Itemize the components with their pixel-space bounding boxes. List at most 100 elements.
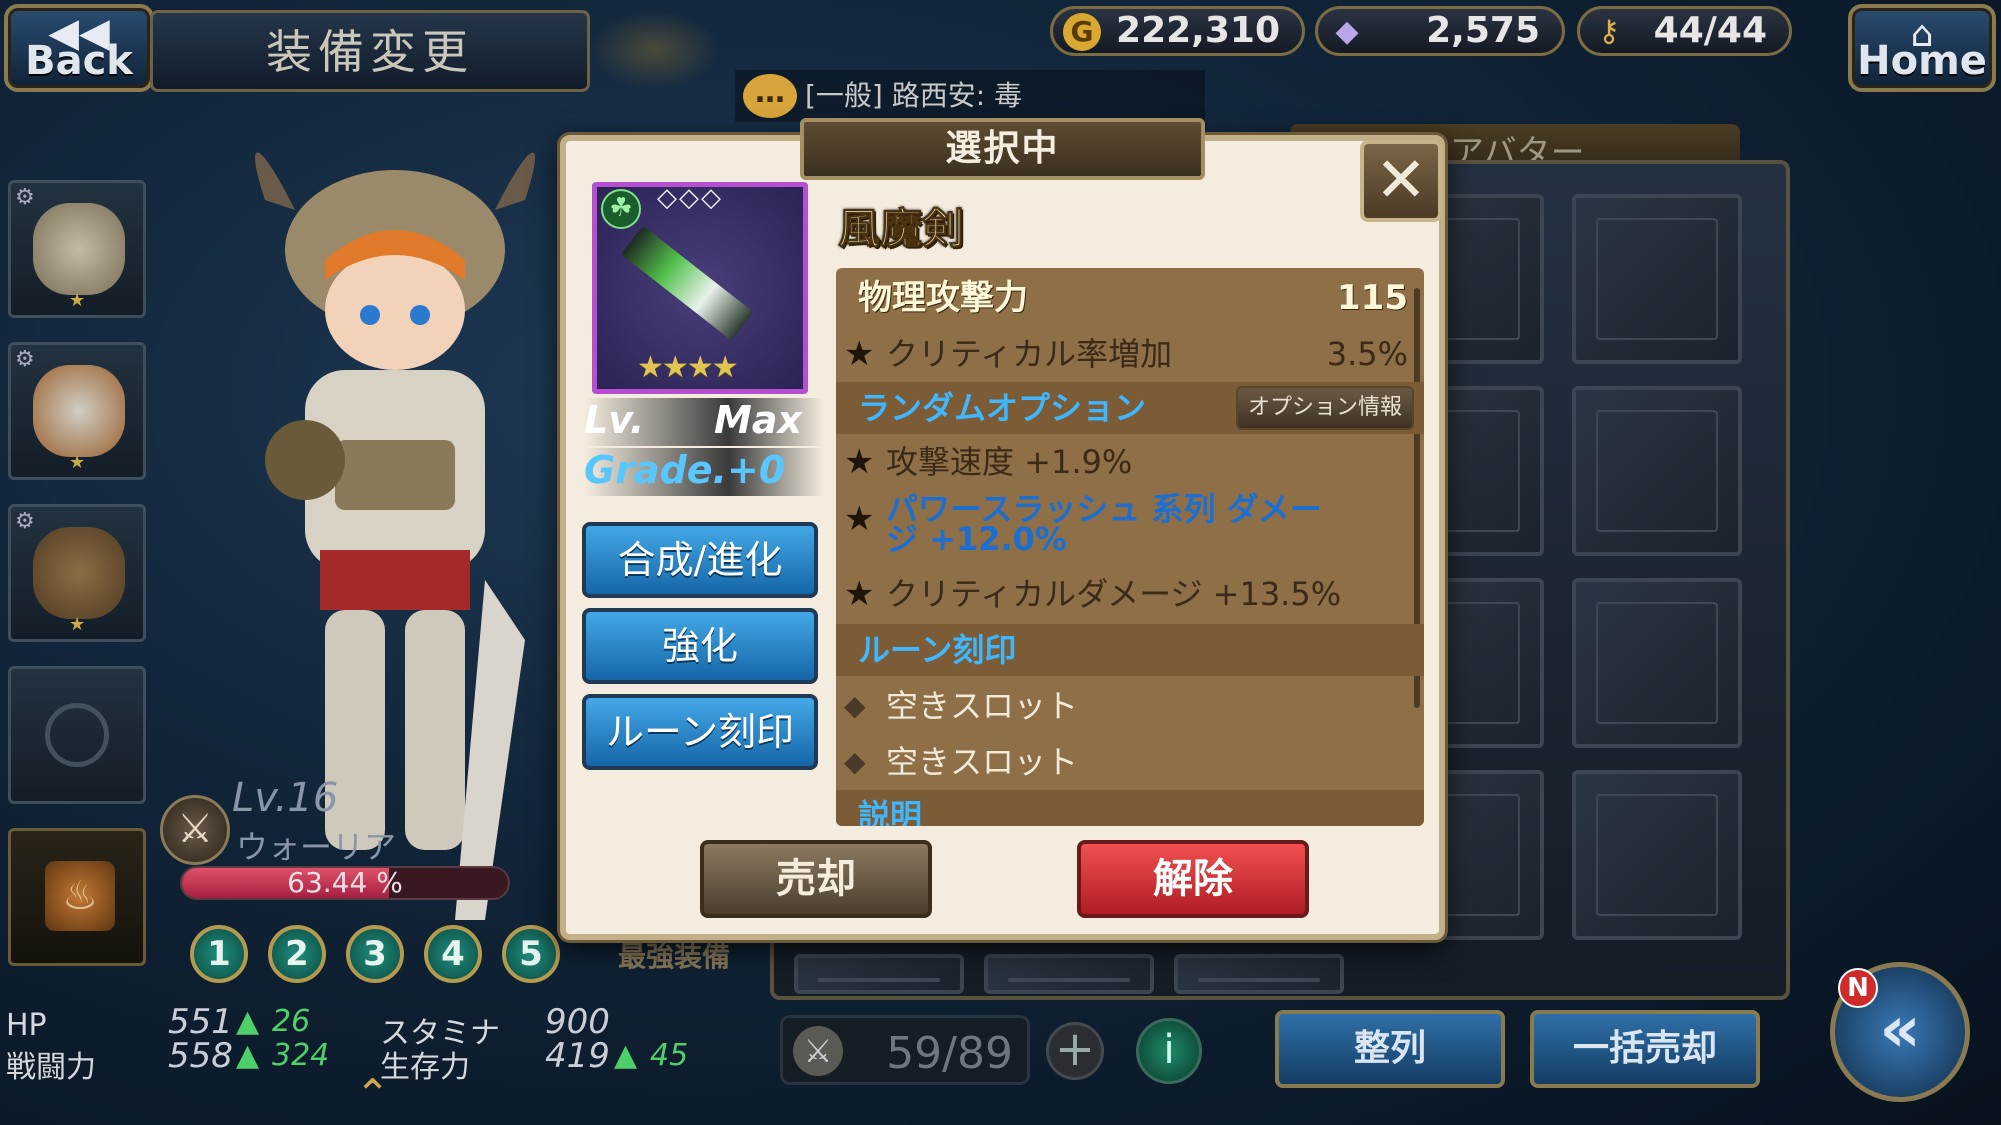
survival-up-value: 45 — [650, 1038, 689, 1073]
inventory-slot[interactable] — [1572, 386, 1742, 556]
rune-slot-text: 空きスロット — [886, 687, 1079, 725]
star-icon: ★ — [844, 499, 875, 539]
pants-slot[interactable]: ⚙ ★ — [8, 504, 146, 642]
back-button[interactable]: ◀◀ Back — [4, 4, 154, 92]
warrior-class-icon: ⚔ — [160, 795, 230, 865]
rune-slot-row[interactable]: ◆ 空きスロット — [836, 680, 1424, 732]
info-button[interactable]: i — [1136, 1018, 1202, 1084]
unequip-button[interactable]: 解除 — [1077, 840, 1309, 918]
fire-skill-icon: ♨ — [45, 861, 115, 931]
hp-up-arrow-icon: ▲ — [236, 1004, 260, 1039]
main-stat-row: 物理攻撃力 115 — [836, 272, 1424, 324]
sell-button[interactable]: 売却 — [700, 840, 932, 918]
star-icon: ★ — [844, 574, 875, 614]
title-ornament — [590, 10, 720, 90]
gem-icon: ◆ — [1335, 14, 1359, 49]
option-info-button[interactable]: オプション情報 — [1235, 386, 1414, 430]
item-stats-panel: 物理攻撃力 115 ★ クリティカル率増加 3.5% ランダムオプション オプシ… — [836, 268, 1424, 826]
close-icon: ✕ — [1375, 143, 1427, 216]
empty-socket-icon: ◆ — [844, 745, 866, 778]
random-option-title: ランダムオプション — [858, 389, 1147, 427]
exp-percent: 63.44 % — [287, 866, 403, 899]
gem-counter: ◆ 2,575 — [1315, 6, 1565, 56]
item-name: 風魔剣 — [837, 204, 965, 254]
wind-element-icon: ☘ — [601, 189, 641, 229]
preset-4-button[interactable]: 4 — [424, 925, 482, 983]
ring-slot[interactable] — [8, 666, 146, 804]
survival-label: 生存力 — [380, 1050, 470, 1085]
random-option-row: ★ クリティカルダメージ +13.5% — [836, 568, 1424, 620]
armor-slot[interactable]: ⚙ ★ — [8, 342, 146, 480]
grade-value: Grade.+0 — [584, 448, 786, 492]
synth-evolve-button[interactable]: 合成/進化 — [582, 522, 818, 598]
inventory-item[interactable] — [1572, 194, 1742, 364]
close-button[interactable]: ✕ — [1360, 140, 1442, 222]
power-value: 558 — [168, 1036, 233, 1076]
star-icon: ★ — [844, 442, 875, 482]
sub-stat-row: ★ クリティカル率増加 3.5% — [836, 328, 1424, 380]
helmet-item-icon — [33, 203, 125, 295]
preset-1-button[interactable]: 1 — [190, 925, 248, 983]
sort-button[interactable]: 整列 — [1275, 1010, 1505, 1088]
page-title: 装備変更 — [150, 10, 590, 92]
stamina-amount: 44/44 — [1653, 10, 1767, 51]
item-level: Lv. Max — [584, 398, 824, 446]
gold-counter: G 222,310 — [1050, 6, 1305, 56]
home-button[interactable]: ⌂ Home — [1848, 4, 1996, 92]
rune-slot-text: 空きスロット — [886, 743, 1079, 781]
key-icon: ⚷ — [1598, 14, 1620, 49]
helmet-slot[interactable]: ⚙ ★ — [8, 180, 146, 318]
star-icon: ★ — [69, 614, 86, 635]
preset-3-button[interactable]: 3 — [346, 925, 404, 983]
inventory-slot[interactable] — [1572, 578, 1742, 748]
pants-item-icon — [33, 527, 125, 619]
main-stat-value: 115 — [1337, 278, 1408, 318]
gold-coin-icon: G — [1063, 13, 1101, 51]
survival-value: 419 — [545, 1036, 610, 1076]
star-icon: ★ — [69, 290, 86, 311]
sub-stat-label: クリティカル率増加 — [886, 335, 1173, 373]
armor-item-icon — [33, 365, 125, 457]
inventory-slot[interactable] — [1174, 954, 1344, 994]
preset-2-button[interactable]: 2 — [268, 925, 326, 983]
inventory-slot[interactable] — [1572, 770, 1742, 940]
chat-ticker[interactable]: … [一般] 路西安: 毒 — [735, 70, 1205, 122]
star-icon: ★ — [844, 334, 875, 374]
bulk-sell-button[interactable]: 一括売却 — [1530, 1010, 1760, 1088]
home-label: Home — [1857, 38, 1987, 84]
inventory-slot[interactable] — [984, 954, 1154, 994]
expand-inventory-button[interactable]: + — [1046, 1022, 1104, 1080]
random-option-row: ★ 攻撃速度 +1.9% — [836, 436, 1424, 488]
gem-amount: 2,575 — [1426, 10, 1540, 51]
bag-icon: ⚔ — [793, 1026, 843, 1076]
random-option-row: ★ パワースラッシュ 系列 ダメージ +12.0% — [836, 490, 1424, 558]
modal-title: 選択中 — [800, 118, 1205, 180]
equipment-screen: ◀◀ Back 装備変更 G 222,310 ◆ 2,575 ⚷ 44/44 ⌂… — [0, 0, 2001, 1125]
best-equip-button[interactable]: 最強装備 — [618, 935, 730, 975]
gear-icon: ⚙ — [15, 509, 35, 534]
power-label: 戦闘力 — [6, 1050, 96, 1085]
main-stat-label: 物理攻撃力 — [858, 278, 1028, 318]
rune-engrave-button[interactable]: ルーン刻印 — [582, 694, 818, 770]
chat-message: [一般] 路西安: 毒 — [805, 79, 1023, 112]
inventory-slot[interactable] — [794, 954, 964, 994]
capacity-text: 59/89 — [886, 1028, 1013, 1079]
random-option-text: パワースラッシュ 系列 ダメージ +12.0% — [886, 490, 1322, 558]
expand-chevron-icon[interactable]: ⌃ — [355, 1074, 390, 1116]
enhance-button[interactable]: 強化 — [582, 608, 818, 684]
exp-bar: 63.44 % — [180, 866, 510, 900]
rune-slot-row[interactable]: ◆ 空きスロット — [836, 736, 1424, 788]
page-title-text: 装備変更 — [266, 25, 474, 79]
random-option-header: ランダムオプション オプション情報 — [836, 382, 1424, 434]
rune-header: ルーン刻印 — [836, 624, 1424, 676]
skill-slot[interactable]: ♨ — [8, 828, 146, 966]
hp-label: HP — [6, 1008, 47, 1043]
random-option-text: 攻撃速度 +1.9% — [886, 443, 1133, 481]
survival-up-arrow-icon: ▲ — [614, 1038, 638, 1073]
stamina-counter: ⚷ 44/44 — [1577, 6, 1792, 56]
item-icon: ☘ ◇◇◇ ★★★★ — [592, 182, 808, 394]
preset-5-button[interactable]: 5 — [502, 925, 560, 983]
gear-icon: ⚙ — [15, 185, 35, 210]
power-up-arrow-icon: ▲ — [236, 1038, 260, 1073]
inventory-capacity: ⚔ 59/89 — [780, 1015, 1030, 1085]
